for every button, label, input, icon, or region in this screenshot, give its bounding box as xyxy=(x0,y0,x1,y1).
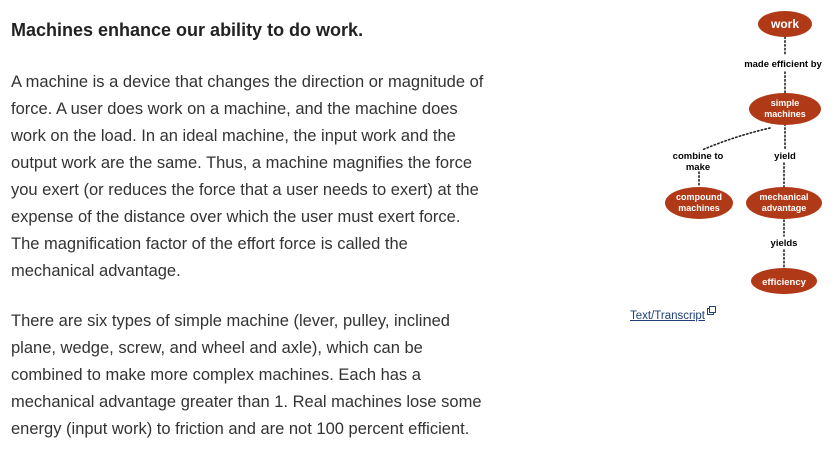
node-label: mechanical xyxy=(759,192,808,202)
node-label: compound xyxy=(676,192,722,202)
node-simple-machines: simple machines xyxy=(749,93,821,125)
connector xyxy=(701,127,771,151)
link-made-efficient-by: made efficient by xyxy=(744,59,822,70)
node-label: advantage xyxy=(762,203,807,213)
link-combine-to-make: make xyxy=(686,162,710,173)
node-label: efficiency xyxy=(762,277,807,288)
node-efficiency: efficiency xyxy=(751,268,817,294)
transcript-link-label: Text/Transcript xyxy=(630,310,705,322)
text-transcript-link[interactable]: Text/Transcript xyxy=(630,306,716,322)
concept-map: work simple machines compound machines m… xyxy=(665,11,823,294)
external-link-icon xyxy=(706,306,716,315)
node-compound-machines: compound machines xyxy=(665,187,733,219)
node-label: simple xyxy=(771,98,800,108)
node-label: work xyxy=(770,17,799,31)
link-yield: yield xyxy=(774,151,796,162)
link-yields: yields xyxy=(771,238,798,249)
node-mechanical-advantage: mechanical advantage xyxy=(746,187,822,219)
link-combine-to-make: combine to xyxy=(673,151,724,162)
node-label: machines xyxy=(764,109,806,119)
node-work: work xyxy=(758,11,812,37)
node-label: machines xyxy=(678,203,720,213)
